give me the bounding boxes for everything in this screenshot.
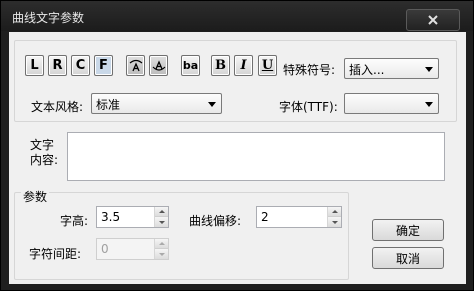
spin-up-button[interactable] xyxy=(155,207,168,217)
underline-button[interactable]: U xyxy=(258,55,277,76)
text-style-label: 文本风格: xyxy=(31,100,84,114)
baseline-text-button[interactable]: ba xyxy=(181,55,200,76)
text-above-curve-icon xyxy=(129,59,142,71)
dialog-window: 曲线文字参数 L R C F ba B I U 特殊符号: 插入... 文本风格… xyxy=(0,0,474,291)
spin-down-button[interactable] xyxy=(328,217,341,227)
chevron-down-icon xyxy=(208,102,216,107)
chevron-down-icon xyxy=(425,67,433,72)
font-label: 字体(TTF): xyxy=(279,100,338,114)
spin-up-button xyxy=(155,239,168,249)
text-style-select[interactable]: 标准 xyxy=(91,93,222,114)
text-below-curve-icon xyxy=(152,59,165,71)
chevron-down-icon xyxy=(425,102,433,107)
title-bar[interactable]: 曲线文字参数 xyxy=(1,1,473,31)
content-label: 文字 内容: xyxy=(30,138,59,167)
align-right-button[interactable]: R xyxy=(48,55,67,76)
dialog-client: L R C F ba B I U 特殊符号: 插入... 文本风格: 标准 字体… xyxy=(9,32,466,284)
bold-button[interactable]: B xyxy=(211,55,230,76)
align-center-button[interactable]: C xyxy=(71,55,90,76)
align-fit-button[interactable]: F xyxy=(94,55,113,76)
spin-up-button[interactable] xyxy=(328,207,341,217)
height-label: 字高: xyxy=(60,214,89,228)
close-icon xyxy=(428,15,438,25)
align-left-button[interactable]: L xyxy=(25,55,44,76)
special-symbol-select[interactable]: 插入... xyxy=(344,58,439,79)
height-spinner[interactable]: 3.5 xyxy=(96,206,169,228)
spin-down-button[interactable] xyxy=(155,217,168,227)
italic-button[interactable]: I xyxy=(234,55,253,76)
cancel-button[interactable]: 取消 xyxy=(372,247,444,269)
font-select[interactable] xyxy=(344,93,439,114)
special-symbol-label: 特殊符号: xyxy=(283,63,336,77)
char-spacing-label: 字符间距: xyxy=(29,247,82,261)
text-above-curve-button[interactable] xyxy=(126,55,145,76)
close-button[interactable] xyxy=(406,9,460,31)
curve-offset-label: 曲线偏移: xyxy=(189,214,242,228)
params-group-label: 参数 xyxy=(21,188,50,205)
curve-offset-spinner[interactable]: 2 xyxy=(256,206,342,228)
text-below-curve-button[interactable] xyxy=(149,55,168,76)
window-title: 曲线文字参数 xyxy=(12,11,85,25)
text-content-input[interactable] xyxy=(67,132,445,181)
spin-down-button xyxy=(155,249,168,259)
char-spacing-spinner: 0 xyxy=(96,238,169,260)
ok-button[interactable]: 确定 xyxy=(372,219,444,241)
